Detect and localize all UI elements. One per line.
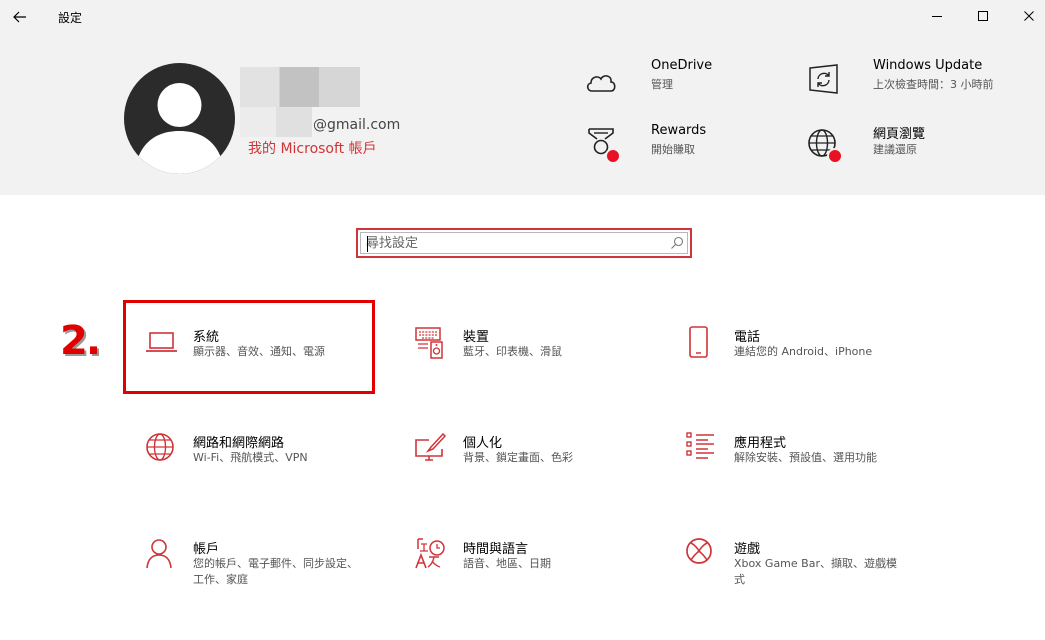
xbox-icon (686, 538, 712, 564)
onedrive-item[interactable]: OneDrive 管理 (583, 58, 783, 108)
redacted-name (240, 67, 360, 107)
minimize-icon (932, 16, 942, 17)
network-globe-icon (146, 433, 174, 461)
tile-devices-title: 裝置 (463, 330, 490, 345)
window-title: 設定 (58, 11, 83, 25)
back-arrow-icon (13, 11, 26, 23)
person-icon (146, 539, 172, 569)
tile-devices[interactable]: 裝置 藍牙、印表機、滑鼠 (415, 326, 665, 406)
onedrive-title: OneDrive (651, 58, 713, 73)
step-annotation: 2. (60, 318, 101, 364)
tile-phone-title: 電話 (734, 330, 761, 345)
windows-update-title: Windows Update (873, 58, 983, 73)
rewards-subtitle: 開始賺取 (651, 143, 695, 156)
user-silhouette-icon (134, 83, 225, 174)
tile-apps-desc: 解除安裝、預設值、選用功能 (734, 451, 877, 464)
tile-personalization[interactable]: 個人化 背景、鎖定畫面、色彩 (415, 432, 665, 512)
phone-icon (689, 326, 708, 358)
search-box[interactable] (356, 228, 692, 258)
text-caret (367, 236, 368, 252)
account-email: @gmail.com (313, 117, 401, 133)
app-list-icon (686, 432, 714, 459)
close-icon (1024, 11, 1034, 21)
redacted-email (240, 107, 312, 137)
web-browsing-title: 網頁瀏覽 (873, 127, 926, 142)
maximize-button[interactable] (960, 0, 1006, 32)
keyboard-speaker-icon (415, 327, 443, 359)
title-bar: 設定 (0, 0, 1045, 34)
web-browsing-notification-dot (827, 148, 843, 164)
tile-system-desc: 顯示器、音效、通知、電源 (193, 345, 325, 358)
tile-gaming-title: 遊戲 (734, 542, 761, 557)
tile-phone-desc: 連結您的 Android、iPhone (734, 345, 873, 358)
back-button[interactable] (4, 2, 36, 32)
avatar[interactable] (124, 63, 235, 174)
time-language-icon (415, 538, 445, 569)
tile-system[interactable]: 系統 顯示器、音效、通知、電源 (145, 326, 395, 406)
tile-time-language[interactable]: 時間與語言 語音、地區、日期 (415, 538, 665, 618)
rewards-notification-dot (605, 148, 621, 164)
maximize-icon (978, 11, 988, 21)
tile-devices-desc: 藍牙、印表機、滑鼠 (463, 345, 562, 358)
paint-monitor-icon (415, 432, 447, 461)
tile-gaming[interactable]: 遊戲 Xbox Game Bar、擷取、遊戲模式 (686, 538, 936, 618)
tile-apps-title: 應用程式 (734, 436, 787, 451)
tile-apps[interactable]: 應用程式 解除安裝、預設值、選用功能 (686, 432, 936, 512)
windows-update-item[interactable]: Windows Update 上次檢查時間：3 小時前 (805, 58, 1005, 112)
tile-personalization-title: 個人化 (463, 436, 503, 451)
tile-accounts-desc: 您的帳戶、電子郵件、同步設定、工作、家庭 (193, 557, 358, 586)
tile-personalization-desc: 背景、鎖定畫面、色彩 (463, 451, 573, 464)
account-header: @gmail.com 我的 Microsoft 帳戶 OneDrive 管理 W… (0, 34, 1045, 195)
tile-time-language-desc: 語音、地區、日期 (463, 557, 551, 570)
microsoft-account-link[interactable]: 我的 Microsoft 帳戶 (248, 138, 377, 158)
tile-network[interactable]: 網路和網際網路 Wi-Fi、飛航模式、VPN (145, 432, 395, 512)
close-button[interactable] (1006, 0, 1045, 32)
web-browsing-subtitle: 建議還原 (873, 143, 917, 156)
tile-accounts-title: 帳戶 (193, 542, 220, 557)
tile-system-title: 系統 (193, 330, 220, 345)
laptop-icon (146, 332, 177, 352)
tile-gaming-desc: Xbox Game Bar、擷取、遊戲模式 (734, 557, 897, 586)
rewards-item[interactable]: Rewards 開始賺取 (583, 123, 783, 173)
rewards-title: Rewards (651, 123, 707, 138)
tile-network-desc: Wi-Fi、飛航模式、VPN (193, 451, 308, 464)
onedrive-subtitle: 管理 (651, 78, 673, 91)
windows-update-subtitle: 上次檢查時間：3 小時前 (873, 78, 994, 91)
tile-network-title: 網路和網際網路 (193, 436, 285, 451)
search-input[interactable] (366, 233, 656, 253)
minimize-button[interactable] (914, 0, 960, 32)
cloud-icon (586, 75, 616, 92)
web-browsing-item[interactable]: 網頁瀏覽 建議還原 (805, 123, 1005, 173)
tile-time-language-title: 時間與語言 (463, 542, 529, 557)
update-sync-icon (809, 64, 838, 94)
search-icon[interactable] (670, 236, 684, 250)
tile-accounts[interactable]: 帳戶 您的帳戶、電子郵件、同步設定、工作、家庭 (145, 538, 395, 618)
tile-phone[interactable]: 電話 連結您的 Android、iPhone (686, 326, 936, 406)
